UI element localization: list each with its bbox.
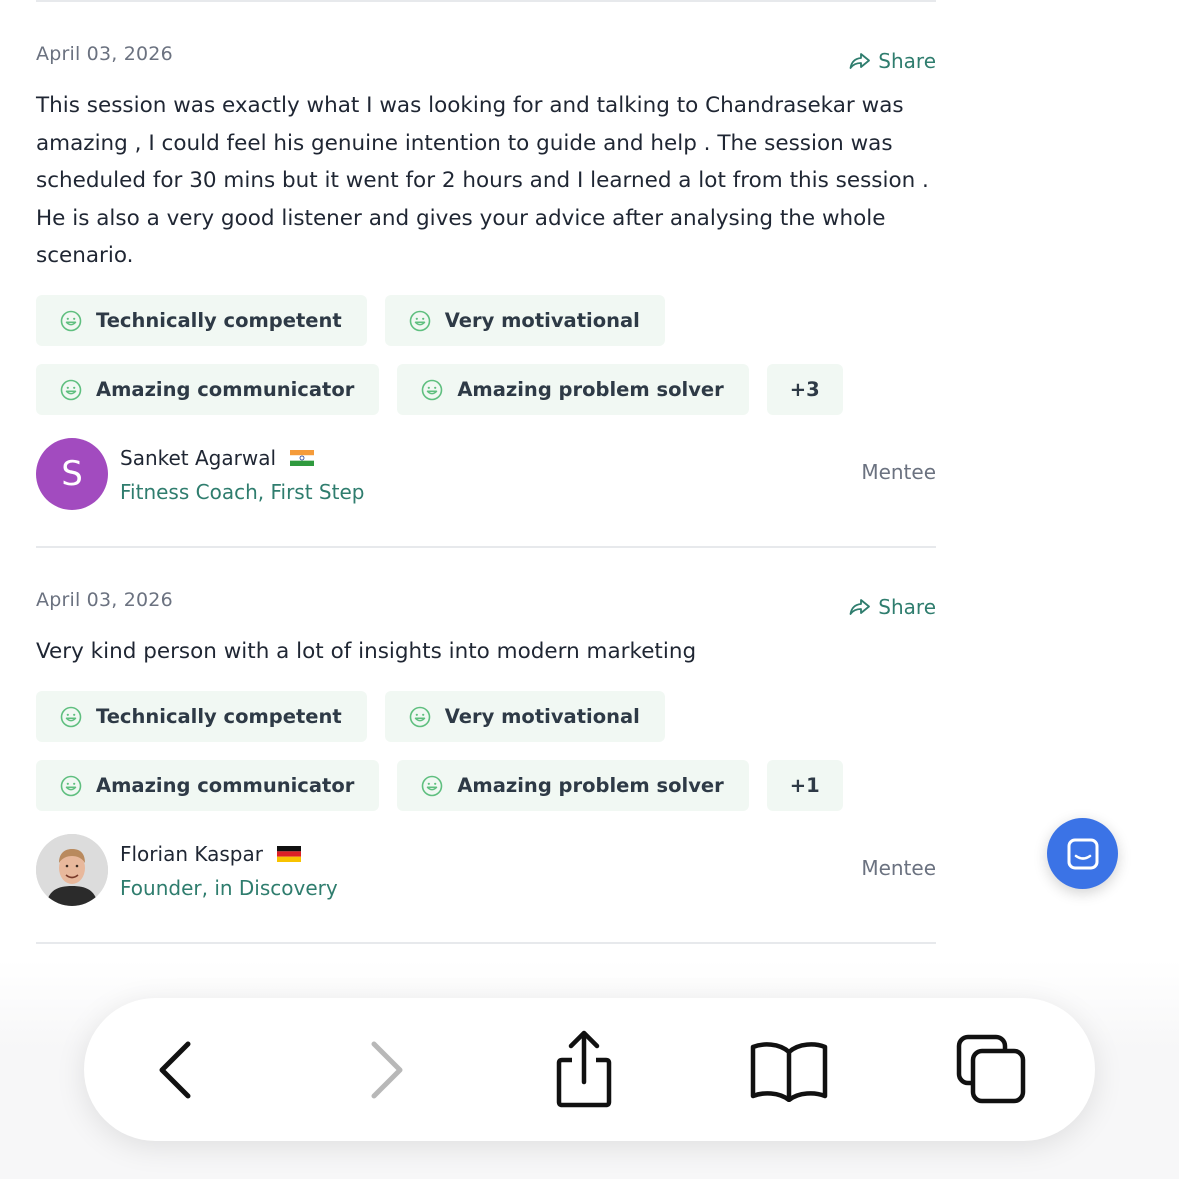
tag-label: Technically competent — [96, 705, 342, 728]
divider — [36, 942, 936, 944]
chat-button[interactable] — [1047, 818, 1118, 889]
tag-label: Technically competent — [96, 309, 342, 332]
share-page-button[interactable] — [542, 1028, 626, 1112]
tag: Amazing communicator — [36, 364, 380, 415]
germany-flag-icon — [276, 846, 301, 862]
tag: Technically competent — [36, 691, 367, 742]
smile-icon — [422, 775, 443, 796]
tag-row: Technically competent Very motivational — [36, 295, 936, 346]
tag-row: Amazing communicator Amazing problem sol… — [36, 364, 936, 415]
bookmarks-icon — [750, 1042, 828, 1102]
smile-icon — [60, 310, 82, 331]
more-tags-button[interactable]: +1 — [766, 760, 843, 811]
forward-button[interactable] — [344, 1028, 428, 1112]
share-arrow-icon — [849, 53, 871, 69]
tag: Technically competent — [36, 295, 367, 346]
tag: Amazing communicator — [36, 760, 380, 811]
reviewer-type: Mentee — [861, 856, 936, 880]
smile-icon — [409, 310, 431, 331]
tag: Very motivational — [384, 691, 665, 742]
tabs-button[interactable] — [950, 1028, 1034, 1112]
tag-list: Technically competent Very motivational … — [36, 691, 936, 829]
page: April 03, 2026 Share This session was ex… — [0, 0, 1179, 1179]
avatar[interactable]: S — [36, 438, 108, 510]
review-date: April 03, 2026 — [36, 589, 173, 611]
reviewer: Florian Kaspar Founder, in Discovery Men… — [36, 834, 936, 906]
reviewer-type: Mentee — [861, 460, 936, 484]
reviewer-role: Founder, in Discovery — [120, 876, 338, 900]
tag-label: Amazing problem solver — [457, 774, 724, 797]
review-card: April 03, 2026 Share This session was ex… — [36, 43, 936, 513]
reviewer-name[interactable]: Sanket Agarwal — [120, 446, 276, 470]
tag-list: Technically competent Very motivational … — [36, 295, 936, 433]
tag: Amazing problem solver — [397, 364, 749, 415]
divider — [36, 546, 936, 548]
share-arrow-icon — [849, 599, 871, 615]
smile-icon — [60, 379, 82, 400]
tabs-icon — [956, 1034, 1026, 1104]
tag: Very motivational — [384, 295, 665, 346]
reviewer: S Sanket Agarwal Fitness Coach, First St… — [36, 438, 936, 510]
tag-label: Very motivational — [444, 309, 640, 332]
review-card: April 03, 2026 Share Very kind person wi… — [36, 589, 936, 909]
india-flag-icon — [290, 450, 315, 466]
person-photo-icon — [36, 834, 108, 906]
smile-icon — [60, 706, 82, 727]
divider-top — [36, 0, 936, 2]
share-button[interactable]: Share — [849, 49, 936, 73]
review-date: April 03, 2026 — [36, 43, 173, 65]
forward-icon — [371, 1041, 403, 1099]
back-icon — [159, 1041, 191, 1099]
tag-label: Amazing communicator — [96, 378, 355, 401]
reviewer-name-row: Sanket Agarwal — [120, 446, 315, 470]
share-label: Share — [878, 49, 936, 73]
share-label: Share — [878, 595, 936, 619]
tag: Amazing problem solver — [397, 760, 749, 811]
tag-row: Amazing communicator Amazing problem sol… — [36, 760, 936, 811]
reviewer-name-row: Florian Kaspar — [120, 842, 301, 866]
tag-label: Amazing communicator — [96, 774, 355, 797]
back-button[interactable] — [134, 1028, 218, 1112]
tag-row: Technically competent Very motivational — [36, 691, 936, 742]
review-text: This session was exactly what I was look… — [36, 93, 929, 268]
more-tags-button[interactable]: +3 — [766, 364, 843, 415]
avatar[interactable] — [36, 834, 108, 906]
bookmarks-button[interactable] — [747, 1028, 831, 1112]
chat-icon — [1067, 838, 1098, 869]
review-text: Very kind person with a lot of insights … — [36, 639, 697, 664]
reviewer-name[interactable]: Florian Kaspar — [120, 842, 263, 866]
smile-icon — [409, 706, 431, 727]
share-icon — [556, 1030, 612, 1108]
tag-label: Amazing problem solver — [457, 378, 724, 401]
reviewer-role: Fitness Coach, First Step — [120, 480, 365, 504]
share-button[interactable]: Share — [849, 595, 936, 619]
tag-label: Very motivational — [444, 705, 640, 728]
smile-icon — [60, 775, 82, 796]
browser-toolbar — [84, 998, 1095, 1141]
smile-icon — [422, 379, 443, 400]
